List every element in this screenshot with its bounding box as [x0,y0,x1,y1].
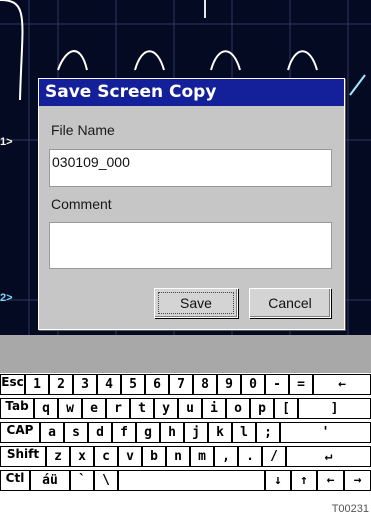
key-k[interactable]: k [208,422,232,443]
comment-label: Comment [51,196,112,212]
key-r[interactable]: r [106,398,130,419]
key-3[interactable]: 3 [73,374,97,395]
key-1[interactable]: 1 [25,374,49,395]
keyboard-row-1: Esc 1 2 3 4 5 6 7 8 9 0 - = ← [0,373,371,397]
key-8[interactable]: 8 [193,374,217,395]
file-name-label: File Name [51,122,115,138]
key-w[interactable]: w [58,398,82,419]
key-esc[interactable]: Esc [0,374,25,395]
cancel-button[interactable]: Cancel [249,288,331,318]
key-up-arrow[interactable]: ↑ [291,470,317,491]
key-slash[interactable]: / [262,446,286,467]
keyboard-row-5: Ctl áü ` \ ↓ ↑ ← → [0,469,371,493]
key-l[interactable]: l [232,422,256,443]
file-name-input[interactable]: 030109_000 [49,149,332,187]
key-x[interactable]: x [70,446,94,467]
key-quote[interactable]: ' [280,422,371,443]
keyboard-row-3: CAP a s d f g h j k l ; ' [0,421,371,445]
key-e[interactable]: e [82,398,106,419]
channel-1-marker: 1> [0,136,13,148]
key-g[interactable]: g [136,422,160,443]
key-s[interactable]: s [64,422,88,443]
key-ctl[interactable]: Ctl [0,470,30,491]
key-a[interactable]: a [40,422,64,443]
key-4[interactable]: 4 [97,374,121,395]
key-b[interactable]: b [142,446,166,467]
key-6[interactable]: 6 [145,374,169,395]
key-i[interactable]: i [202,398,226,419]
keyboard-separator [0,335,371,373]
dialog-title: Save Screen Copy [39,79,344,106]
key-t[interactable]: t [130,398,154,419]
key-left-arrow[interactable]: ← [317,470,344,491]
key-7[interactable]: 7 [169,374,193,395]
key-semicolon[interactable]: ; [256,422,280,443]
key-comma[interactable]: , [214,446,238,467]
on-screen-keyboard: Esc 1 2 3 4 5 6 7 8 9 0 - = ← Tab q w e … [0,373,371,503]
key-enter[interactable]: ↵ [286,446,371,467]
key-n[interactable]: n [166,446,190,467]
save-button[interactable]: Save [154,288,238,318]
key-m[interactable]: m [190,446,214,467]
key-backtick[interactable]: ` [70,470,94,491]
key-5[interactable]: 5 [121,374,145,395]
key-o[interactable]: o [226,398,250,419]
key-v[interactable]: v [118,446,142,467]
key-down-arrow[interactable]: ↓ [265,470,291,491]
key-left-bracket[interactable]: [ [274,398,298,419]
comment-input[interactable] [49,222,332,269]
key-z[interactable]: z [46,446,70,467]
key-caps[interactable]: CAP [0,422,40,443]
key-0[interactable]: 0 [241,374,265,395]
key-shift[interactable]: Shift [0,446,46,467]
key-c[interactable]: c [94,446,118,467]
key-tab[interactable]: Tab [0,398,34,419]
keyboard-row-4: Shift z x c v b n m , . / ↵ [0,445,371,469]
key-y[interactable]: y [154,398,178,419]
key-international[interactable]: áü [30,470,70,491]
figure-id: T00231 [331,503,369,515]
key-h[interactable]: h [160,422,184,443]
key-equals[interactable]: = [289,374,313,395]
keyboard-row-2: Tab q w e r t y u i o p [ ] [0,397,371,421]
channel-2-marker: 2> [0,292,13,304]
key-9[interactable]: 9 [217,374,241,395]
key-2[interactable]: 2 [49,374,73,395]
key-u[interactable]: u [178,398,202,419]
key-f[interactable]: f [112,422,136,443]
key-right-arrow[interactable]: → [344,470,371,491]
key-space[interactable] [118,470,265,491]
key-period[interactable]: . [238,446,262,467]
key-p[interactable]: p [250,398,274,419]
key-backslash[interactable]: \ [94,470,118,491]
key-backspace[interactable]: ← [313,374,371,395]
save-screen-copy-dialog: Save Screen Copy File Name 030109_000 Co… [38,78,345,330]
key-q[interactable]: q [34,398,58,419]
key-j[interactable]: j [184,422,208,443]
key-right-bracket[interactable]: ] [298,398,371,419]
key-minus[interactable]: - [265,374,289,395]
key-d[interactable]: d [88,422,112,443]
